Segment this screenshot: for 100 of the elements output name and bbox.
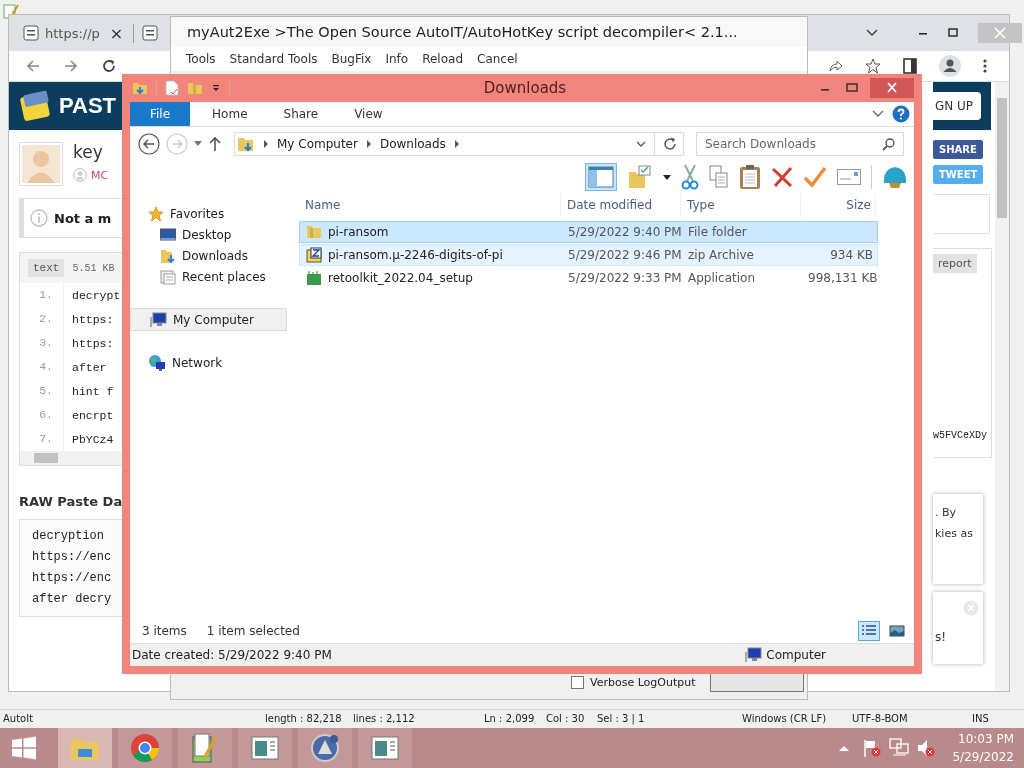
report-button[interactable]: report [933,254,977,273]
maximize-icon[interactable] [846,83,858,93]
details-view-icon[interactable] [858,621,880,641]
taskbar-app[interactable] [238,728,292,768]
reload-icon[interactable] [101,58,117,74]
star-icon[interactable] [865,58,881,74]
copy-icon[interactable] [709,165,729,189]
nav-item[interactable]: Downloads [130,245,295,266]
application-icon [306,270,322,286]
forward-icon[interactable] [63,58,79,74]
maximize-icon[interactable] [948,28,959,38]
checkmark-icon[interactable] [803,166,827,188]
user-link[interactable]: MC [91,168,109,182]
menu-item[interactable]: Reload [422,52,463,66]
envelope-icon[interactable] [837,169,861,185]
help-icon[interactable] [892,105,910,123]
menu-item[interactable]: BugFix [331,52,372,66]
section-heading: RAW Paste Da [19,494,123,509]
recent-places-icon [160,268,176,285]
sidebar-icon[interactable] [903,58,917,74]
dropdown-icon[interactable] [663,174,671,180]
status-text: Col : 30 [545,712,586,724]
delete-icon[interactable] [771,166,793,188]
file-row[interactable]: pi-ransom.µ-2246-digits-of-pi 5/29/2022 9:46 PM zip Archive 934 KB [299,244,878,266]
taskbar-app[interactable] [178,728,232,768]
close-icon[interactable] [870,78,914,98]
menu-item[interactable]: Info [385,52,409,66]
ribbon-tab[interactable]: View [340,102,397,126]
close-tab-button[interactable]: × [105,23,128,43]
taskbar-app[interactable] [298,728,352,768]
scissors-icon[interactable] [681,164,699,190]
breadcrumb[interactable]: My Computer [277,137,358,151]
user-icon [73,168,87,182]
ribbon-tab[interactable]: Home [198,102,262,126]
up-arrow-icon[interactable] [208,136,222,152]
chevron-down-icon[interactable] [872,110,884,118]
document-icon[interactable] [165,80,179,96]
type-cell-text: zip Archive [687,248,755,262]
menu-item[interactable]: Standard Tools [229,52,318,66]
folder-icon[interactable] [132,80,148,96]
search-field[interactable]: Search Downloads [696,132,904,156]
file-row[interactable]: retoolkit_2022.04_setup 5/29/2022 9:33 PM Application 998,131 KB [299,267,878,289]
window-title: myAut2Exe >The Open Source AutoIT/AutoHotKey script decompiler< 2.1... [187,24,738,40]
menu-item[interactable]: Tools [186,52,216,66]
nav-item[interactable]: Network [130,352,295,373]
chevron-down-icon[interactable] [866,29,879,37]
browser-tab[interactable] [140,23,161,43]
taskbar-app[interactable] [358,728,412,768]
dropdown-icon[interactable] [211,83,221,93]
line-number: 3. [20,331,64,355]
network-icon[interactable] [888,738,911,758]
breadcrumb[interactable]: Downloads [379,137,446,151]
nav-item[interactable]: Recent places [130,266,295,287]
options-button[interactable] [709,672,804,692]
share-icon[interactable] [827,58,843,74]
nav-item[interactable]: My Computer [130,308,287,331]
file-icon [23,25,39,41]
column-header[interactable]: Date modified [561,193,681,217]
menu-item[interactable]: Cancel [477,52,518,66]
preview-pane-icon[interactable] [585,163,617,191]
flag-icon[interactable] [862,738,883,758]
shell-icon[interactable] [882,165,908,189]
back-icon[interactable] [25,58,41,74]
checkbox[interactable] [571,675,584,689]
menu-icon[interactable] [983,59,987,73]
type-cell-text: Application [687,271,757,285]
notepad-icon [192,733,218,763]
search-icon [882,138,895,151]
clipboard-icon[interactable] [739,164,761,190]
computer-icon [744,647,763,663]
refresh-icon[interactable] [663,137,677,151]
share-button[interactable]: SHARE [933,140,983,159]
caret-up-icon[interactable] [838,744,851,752]
speaker-muted-icon[interactable] [916,738,937,758]
chevron-right-icon[interactable] [453,140,460,148]
chevron-right-icon[interactable] [263,140,269,148]
file-name: pi-ransom.µ-2246-digits-of-pi [328,248,503,262]
ribbon-tab[interactable]: File [130,102,191,126]
taskbar-app[interactable] [118,728,172,768]
column-header[interactable]: Name [299,193,561,217]
item-count: 3 items [142,624,187,638]
column-header[interactable]: Type [681,193,801,217]
chevron-right-icon[interactable] [365,140,372,148]
nav-item[interactable]: Desktop [130,224,295,245]
ribbon-tab[interactable]: Share [269,102,333,126]
logo-text[interactable]: PAST [59,93,117,119]
back-icon[interactable] [138,133,160,155]
file-row[interactable]: pi-ransom 5/29/2022 9:40 PM File folder [299,221,878,243]
browser-tab[interactable]: https://p × [23,23,135,43]
column-header[interactable]: Size [801,193,876,217]
profile-icon[interactable] [939,55,961,77]
folder-check-icon[interactable] [627,164,653,190]
status-text: Ln : 2,099 [483,712,536,724]
vertical-scrollbar[interactable] [995,82,1009,691]
sign-up-button[interactable]: GN UP [933,92,982,120]
address-bar[interactable]: My Computer Downloads [234,132,684,156]
horizontal-scrollbar[interactable] [20,451,123,465]
nav-item[interactable]: Favorites [130,203,295,224]
chevron-down-icon[interactable] [636,140,646,148]
code-line: decrypt [71,288,121,302]
